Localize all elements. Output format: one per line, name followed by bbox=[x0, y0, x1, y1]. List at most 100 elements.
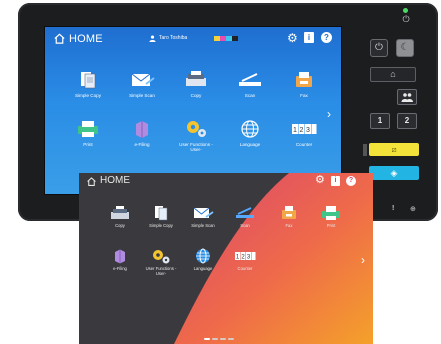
counter-icon: 123 bbox=[291, 119, 317, 139]
tile-fax[interactable]: Fax bbox=[284, 70, 324, 98]
tile-label: Simple Copy bbox=[149, 223, 173, 228]
tile-simple-copy[interactable]: Simple Copy bbox=[68, 70, 108, 98]
page-dot-2[interactable] bbox=[212, 338, 218, 340]
start-button[interactable]: ◈ bbox=[369, 166, 419, 180]
alert-icon: ! bbox=[392, 205, 395, 212]
counter-icon: 123 bbox=[234, 248, 256, 264]
fax-icon bbox=[291, 70, 317, 90]
tile-label: Print bbox=[83, 142, 93, 147]
tile-label: Simple Copy bbox=[74, 93, 102, 98]
tile-label: Simple Scan bbox=[129, 93, 155, 98]
tile-label: Scan bbox=[240, 223, 250, 228]
svg-text:3: 3 bbox=[306, 127, 310, 134]
home-icon[interactable] bbox=[53, 32, 66, 45]
tile-counter[interactable]: 123 Counter bbox=[225, 248, 265, 271]
language-icon bbox=[192, 248, 214, 264]
power-button[interactable]: ⏻ bbox=[370, 39, 388, 57]
fax-icon bbox=[278, 205, 300, 221]
user-icon bbox=[149, 35, 156, 42]
nfc-icon: ⊕ bbox=[410, 206, 416, 213]
simple-copy-icon bbox=[150, 205, 172, 221]
tile-fax[interactable]: Fax bbox=[269, 205, 309, 228]
tile-language[interactable]: Language bbox=[183, 248, 223, 271]
lower-touchscreen: HOME ⚙ i ? Copy Simple Copy Simple Scan … bbox=[79, 173, 373, 344]
reset-indicator bbox=[363, 144, 367, 156]
home-label[interactable]: HOME bbox=[100, 175, 130, 186]
upper-header: HOME Taro Toshiba ⚙ i ? bbox=[45, 27, 341, 51]
e-filing-icon bbox=[109, 248, 131, 264]
svg-text:1: 1 bbox=[293, 127, 297, 134]
simple-copy-icon bbox=[75, 70, 101, 90]
print-icon bbox=[75, 119, 101, 139]
user-name[interactable]: Taro Toshiba bbox=[159, 35, 187, 41]
tile-user-functions[interactable]: User Functions -User- bbox=[176, 119, 216, 152]
tile-scan[interactable]: Scan bbox=[225, 205, 265, 228]
page-dot-3[interactable] bbox=[220, 338, 226, 340]
gear-icon[interactable]: ⚙ bbox=[315, 175, 325, 186]
tile-label: Fax bbox=[300, 93, 308, 98]
tile-label: Scan bbox=[244, 93, 256, 98]
tile-simple-copy[interactable]: Simple Copy bbox=[141, 205, 181, 228]
svg-text:2: 2 bbox=[300, 127, 304, 134]
scan-icon bbox=[234, 205, 256, 221]
tile-label: Print bbox=[326, 223, 336, 228]
tile-label: User Functions -User- bbox=[179, 142, 213, 152]
e-filing-icon bbox=[129, 119, 155, 139]
next-page-arrow[interactable]: › bbox=[327, 107, 331, 121]
tile-label: Counter bbox=[295, 142, 313, 147]
tile-e-filing[interactable]: e-Filing bbox=[122, 119, 162, 147]
home-label[interactable]: HOME bbox=[69, 33, 103, 45]
tile-copy[interactable]: Copy bbox=[176, 70, 216, 98]
page-dot-1[interactable] bbox=[204, 338, 210, 340]
people-button[interactable] bbox=[397, 89, 417, 105]
scan-icon bbox=[237, 70, 263, 90]
tile-simple-scan[interactable]: Simple Scan bbox=[183, 205, 223, 228]
reset-button[interactable]: ⧄ bbox=[369, 143, 419, 156]
sleep-button[interactable]: ☾ bbox=[396, 39, 414, 57]
people-icon bbox=[401, 93, 413, 102]
tile-label: Counter bbox=[237, 266, 253, 271]
info-icon[interactable]: i bbox=[331, 176, 340, 186]
page-indicator bbox=[204, 327, 244, 340]
tile-scan[interactable]: Scan bbox=[230, 70, 270, 98]
home-button[interactable]: ⌂ bbox=[370, 67, 416, 82]
tile-language[interactable]: Language bbox=[230, 119, 270, 147]
key-1-button[interactable]: 1 bbox=[370, 113, 390, 129]
help-icon[interactable]: ? bbox=[321, 32, 332, 43]
tile-counter[interactable]: 123 Counter bbox=[284, 119, 324, 147]
tile-label: Copy bbox=[190, 93, 202, 98]
toner-indicator[interactable] bbox=[214, 36, 238, 41]
language-icon bbox=[237, 119, 263, 139]
tile-print[interactable]: Print bbox=[68, 119, 108, 147]
tile-label: Language bbox=[239, 142, 261, 147]
tile-user-functions[interactable]: User Functions -User- bbox=[141, 248, 181, 276]
power-status-icon: ⏻ bbox=[402, 14, 410, 24]
tile-label: e-Filing bbox=[134, 142, 150, 147]
tile-label: Language bbox=[193, 266, 213, 271]
tile-e-filing[interactable]: e-Filing bbox=[100, 248, 140, 271]
simple-scan-icon bbox=[129, 70, 155, 90]
simple-scan-icon bbox=[192, 205, 214, 221]
tile-label: Fax bbox=[285, 223, 293, 228]
next-page-arrow[interactable]: › bbox=[361, 253, 365, 267]
tile-simple-scan[interactable]: Simple Scan bbox=[122, 70, 162, 98]
gear-icon[interactable]: ⚙ bbox=[287, 32, 299, 44]
page-dot-4[interactable] bbox=[228, 338, 234, 340]
tile-print[interactable]: Print bbox=[311, 205, 351, 228]
copy-icon bbox=[183, 70, 209, 90]
home-icon[interactable] bbox=[86, 176, 97, 187]
help-icon[interactable]: ? bbox=[346, 176, 356, 186]
user-functions-icon bbox=[183, 119, 209, 139]
upper-touchscreen: HOME Taro Toshiba ⚙ i ? Simple Copy Simp… bbox=[44, 26, 342, 195]
status-led bbox=[403, 8, 408, 13]
user-functions-icon bbox=[150, 248, 172, 264]
copy-icon bbox=[109, 205, 131, 221]
print-icon bbox=[320, 205, 342, 221]
tile-label: Copy bbox=[115, 223, 125, 228]
key-2-button[interactable]: 2 bbox=[397, 113, 417, 129]
info-icon[interactable]: i bbox=[304, 32, 314, 43]
tile-label: User Functions -User- bbox=[145, 266, 177, 276]
tile-copy[interactable]: Copy bbox=[100, 205, 140, 228]
tile-label: e-Filing bbox=[113, 266, 127, 271]
tile-label: Simple Scan bbox=[191, 223, 215, 228]
